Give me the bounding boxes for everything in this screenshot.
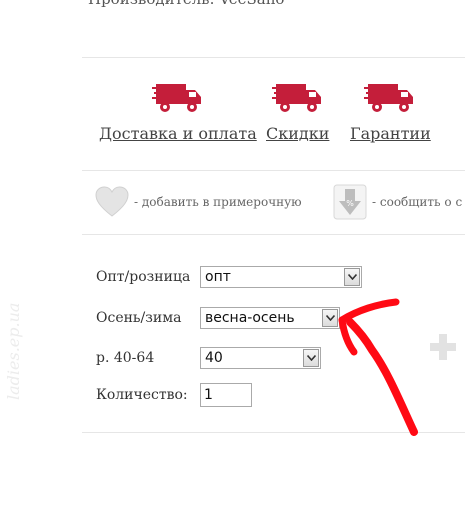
wholesale-row: Опт/розница опт — [96, 266, 362, 288]
chevron-down-icon[interactable] — [303, 349, 319, 367]
season-select[interactable]: весна-осень — [200, 307, 340, 329]
chevron-down-icon[interactable] — [344, 268, 360, 286]
season-value: весна-осень — [205, 310, 295, 326]
add-to-fitting-room-text: - добавить в примерочную — [134, 195, 302, 209]
truck-icon — [271, 84, 321, 112]
warranty-link[interactable]: Гарантии — [350, 124, 431, 143]
svg-text:%: % — [346, 199, 354, 208]
size-row: р. 40-64 40 — [96, 347, 321, 369]
season-row: Осень/зима весна-осень — [96, 307, 340, 329]
manufacturer-text: Производитель: VeeSano — [88, 0, 284, 8]
quantity-row: Количество: 1 — [96, 383, 252, 407]
divider — [82, 234, 465, 235]
add-to-fitting-room[interactable]: - добавить в примерочную — [94, 184, 302, 220]
season-label: Осень/зима — [96, 310, 182, 326]
discounts-block[interactable]: Скидки — [266, 82, 329, 143]
quantity-input[interactable]: 1 — [200, 383, 252, 407]
divider — [82, 57, 465, 58]
notify-block[interactable]: % - сообщить о с — [332, 184, 462, 220]
heart-icon[interactable] — [94, 184, 130, 220]
size-value: 40 — [205, 350, 223, 366]
warranty-block[interactable]: Гарантии — [350, 82, 431, 143]
truck-icon — [151, 84, 201, 112]
wholesale-select[interactable]: опт — [200, 266, 362, 288]
size-label: р. 40-64 — [96, 350, 155, 366]
delivery-payment-link[interactable]: Доставка и оплата — [99, 124, 257, 143]
discounts-link[interactable]: Скидки — [266, 124, 329, 143]
wholesale-label: Опт/розница — [96, 269, 191, 285]
price-drop-icon[interactable]: % — [332, 184, 368, 220]
plus-icon[interactable] — [428, 332, 458, 362]
annotation-arrow-icon — [338, 298, 418, 436]
notify-text: - сообщить о с — [372, 195, 463, 209]
truck-icon — [364, 84, 414, 112]
watermark: ladies.ep.ua — [4, 302, 23, 400]
quantity-label: Количество: — [96, 387, 188, 403]
size-select[interactable]: 40 — [200, 347, 321, 369]
wholesale-value: опт — [205, 269, 231, 285]
divider — [82, 170, 465, 171]
delivery-payment-block[interactable]: Доставка и оплата — [99, 82, 257, 143]
